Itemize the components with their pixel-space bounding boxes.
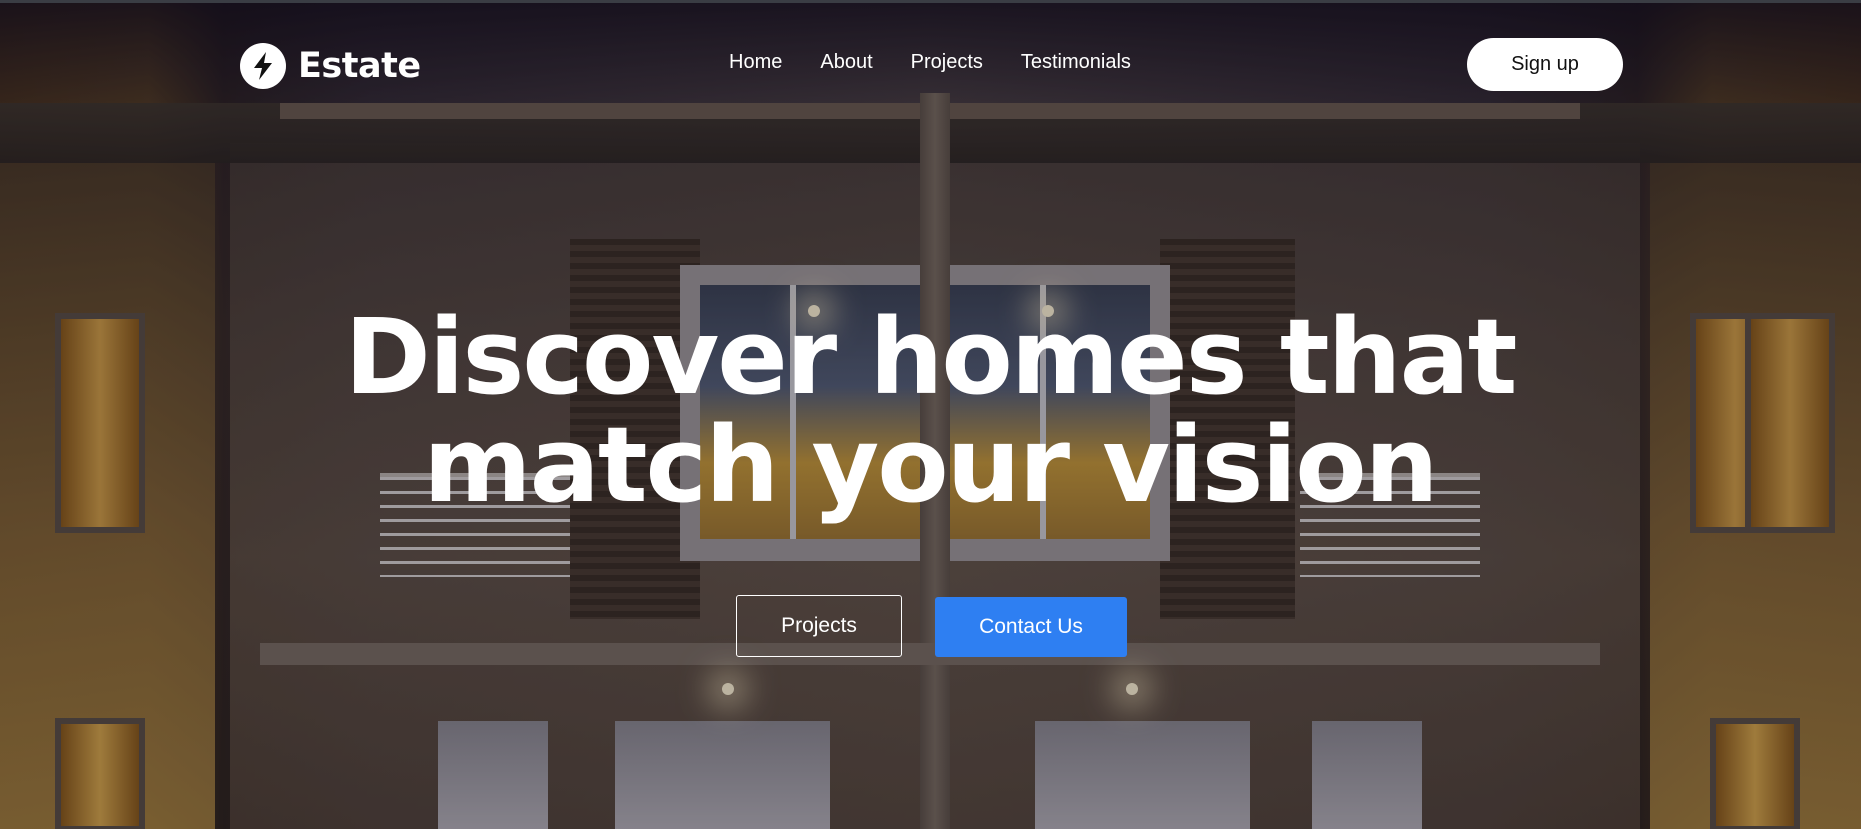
lightning-bolt-glyph: [254, 52, 272, 80]
nav-link-testimonials[interactable]: Testimonials: [1021, 51, 1131, 74]
logo[interactable]: Estate: [240, 43, 421, 89]
headline-line-1: Discover homes that: [344, 296, 1518, 418]
brand-name: Estate: [298, 46, 421, 86]
nav-link-projects[interactable]: Projects: [911, 51, 983, 74]
hero-headline: Discover homes that match your vision: [330, 303, 1530, 519]
sign-up-button[interactable]: Sign up: [1467, 38, 1623, 91]
projects-button[interactable]: Projects: [736, 595, 902, 657]
hero-section: Estate Home About Projects Testimonials …: [0, 0, 1861, 829]
lightning-bolt-icon: [240, 43, 286, 89]
contact-us-button[interactable]: Contact Us: [935, 597, 1127, 657]
nav-link-home[interactable]: Home: [729, 51, 782, 74]
nav-link-about[interactable]: About: [820, 51, 872, 74]
top-navbar: Estate Home About Projects Testimonials …: [0, 3, 1861, 98]
headline-line-2: match your vision: [423, 404, 1438, 526]
nav-links: Home About Projects Testimonials: [729, 51, 1131, 74]
